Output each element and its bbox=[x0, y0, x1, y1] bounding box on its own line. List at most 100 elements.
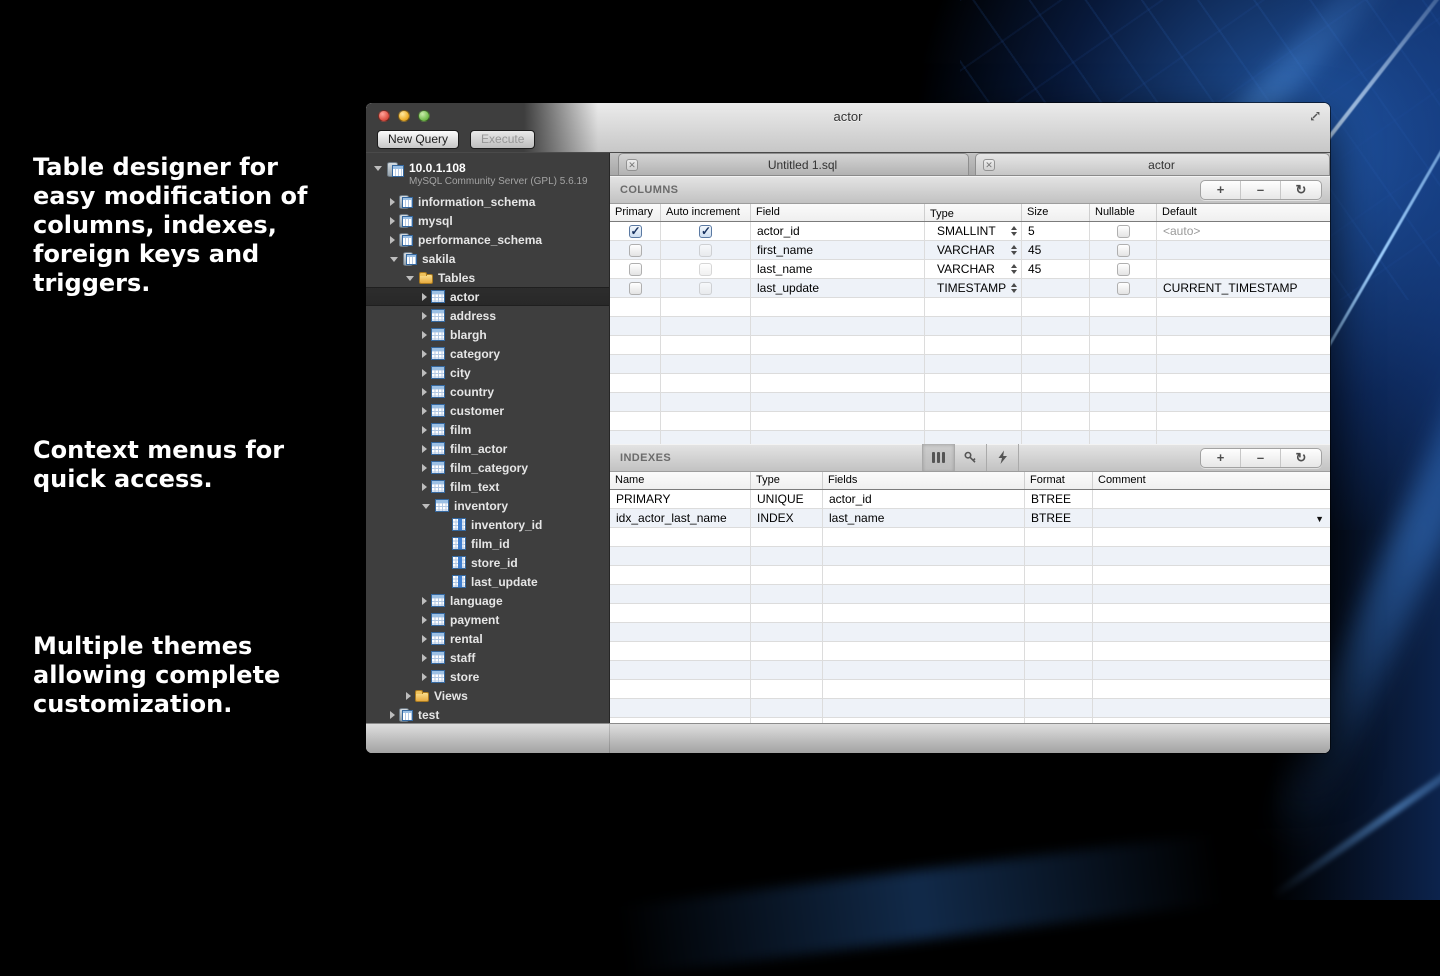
cell-type[interactable]: SMALLINT bbox=[925, 222, 1022, 240]
chevron-right-icon[interactable] bbox=[422, 293, 427, 301]
new-query-button[interactable]: New Query bbox=[377, 130, 459, 149]
cell-index-type[interactable]: UNIQUE bbox=[751, 490, 823, 508]
cell-index-format[interactable]: BTREE bbox=[1025, 509, 1093, 527]
cell-nullable[interactable] bbox=[1090, 241, 1157, 259]
triggers-button[interactable] bbox=[987, 444, 1019, 471]
sidebar-item-actor[interactable]: actor bbox=[366, 287, 609, 306]
cell-nullable[interactable] bbox=[1090, 260, 1157, 278]
cell-size[interactable]: 45 bbox=[1022, 260, 1090, 278]
auto-increment-checkbox-checked[interactable] bbox=[699, 225, 712, 238]
sidebar-item-inventory-id[interactable]: inventory_id bbox=[366, 515, 609, 534]
chevron-down-icon[interactable] bbox=[390, 257, 398, 262]
sidebar-item-film-actor[interactable]: film_actor bbox=[366, 439, 609, 458]
column-header-auto-increment[interactable]: Auto increment bbox=[661, 204, 751, 221]
column-header-size[interactable]: Size bbox=[1022, 204, 1090, 221]
sidebar-item-inventory[interactable]: inventory bbox=[366, 496, 609, 515]
sidebar-item-connection[interactable]: 10.0.1.108 MySQL Community Server (GPL) … bbox=[366, 153, 609, 190]
sidebar-item-test[interactable]: test bbox=[366, 705, 609, 723]
column-row-first-name[interactable]: first_nameVARCHAR45 bbox=[610, 241, 1330, 260]
sidebar-item-film-category[interactable]: film_category bbox=[366, 458, 609, 477]
chevron-right-icon[interactable] bbox=[422, 369, 427, 377]
primary-checkbox[interactable] bbox=[629, 244, 642, 257]
chevron-right-icon[interactable] bbox=[422, 654, 427, 662]
nullable-checkbox[interactable] bbox=[1117, 225, 1130, 238]
type-stepper[interactable] bbox=[1011, 245, 1017, 255]
sidebar-item-film[interactable]: film bbox=[366, 420, 609, 439]
remove-column-button[interactable]: – bbox=[1241, 181, 1281, 199]
minimize-window-button[interactable] bbox=[398, 110, 410, 122]
close-icon[interactable]: ✕ bbox=[983, 159, 995, 171]
cell-auto-increment[interactable] bbox=[661, 260, 751, 278]
cell-default[interactable] bbox=[1157, 241, 1330, 259]
chevron-right-icon[interactable] bbox=[390, 236, 395, 244]
chevron-right-icon[interactable] bbox=[390, 217, 395, 225]
index-row-idx-actor-last-name[interactable]: idx_actor_last_nameINDEXlast_nameBTREE ▼ bbox=[610, 509, 1330, 528]
chevron-right-icon[interactable] bbox=[422, 331, 427, 339]
primary-checkbox[interactable] bbox=[629, 282, 642, 295]
nullable-checkbox[interactable] bbox=[1117, 282, 1130, 295]
close-icon[interactable]: ✕ bbox=[626, 159, 638, 171]
sidebar-item-city[interactable]: city bbox=[366, 363, 609, 382]
chevron-right-icon[interactable] bbox=[406, 692, 411, 700]
primary-checkbox[interactable] bbox=[629, 263, 642, 276]
fullscreen-resize-icon[interactable] bbox=[1308, 109, 1322, 128]
cell-size[interactable]: 45 bbox=[1022, 241, 1090, 259]
sidebar-item-store-id[interactable]: store_id bbox=[366, 553, 609, 572]
sidebar-item-tables[interactable]: Tables bbox=[366, 268, 609, 287]
chevron-right-icon[interactable] bbox=[422, 312, 427, 320]
tab-untitled-sql[interactable]: ✕ Untitled 1.sql bbox=[618, 153, 969, 175]
cell-auto-increment[interactable] bbox=[661, 279, 751, 297]
zoom-window-button[interactable] bbox=[418, 110, 430, 122]
sidebar-item-performance-schema[interactable]: performance_schema bbox=[366, 230, 609, 249]
chevron-down-icon[interactable] bbox=[422, 504, 430, 509]
cell-type[interactable]: VARCHAR bbox=[925, 260, 1022, 278]
chevron-right-icon[interactable] bbox=[422, 635, 427, 643]
cell-index-type[interactable]: INDEX bbox=[751, 509, 823, 527]
sidebar-item-blargh[interactable]: blargh bbox=[366, 325, 609, 344]
sidebar-item-store[interactable]: store bbox=[366, 667, 609, 686]
cell-type[interactable]: VARCHAR bbox=[925, 241, 1022, 259]
index-header-comment[interactable]: Comment bbox=[1093, 472, 1330, 489]
cell-primary[interactable] bbox=[610, 279, 661, 297]
chevron-right-icon[interactable] bbox=[422, 426, 427, 434]
tab-actor[interactable]: ✕ actor bbox=[975, 153, 1330, 175]
column-header-primary[interactable]: Primary bbox=[610, 204, 661, 221]
sidebar-item-payment[interactable]: payment bbox=[366, 610, 609, 629]
cell-index-fields[interactable]: actor_id bbox=[823, 490, 1025, 508]
chevron-right-icon[interactable] bbox=[422, 388, 427, 396]
sidebar-item-rental[interactable]: rental bbox=[366, 629, 609, 648]
sidebar-item-sakila[interactable]: sakila bbox=[366, 249, 609, 268]
primary-checkbox-checked[interactable] bbox=[629, 225, 642, 238]
cell-index-comment[interactable] bbox=[1093, 490, 1330, 508]
sidebar-item-category[interactable]: category bbox=[366, 344, 609, 363]
sidebar-item-last-update[interactable]: last_update bbox=[366, 572, 609, 591]
sidebar-item-language[interactable]: language bbox=[366, 591, 609, 610]
index-header-fields[interactable]: Fields bbox=[823, 472, 1025, 489]
close-window-button[interactable] bbox=[378, 110, 390, 122]
cell-size[interactable] bbox=[1022, 279, 1090, 297]
dropdown-caret-icon[interactable]: ▼ bbox=[1315, 514, 1324, 524]
cell-field[interactable]: last_update bbox=[751, 279, 925, 297]
sidebar-item-customer[interactable]: customer bbox=[366, 401, 609, 420]
type-stepper[interactable] bbox=[1011, 283, 1017, 293]
auto-increment-checkbox[interactable] bbox=[699, 263, 712, 276]
cell-index-fields[interactable]: last_name bbox=[823, 509, 1025, 527]
chevron-right-icon[interactable] bbox=[422, 445, 427, 453]
cell-primary[interactable] bbox=[610, 260, 661, 278]
nullable-checkbox[interactable] bbox=[1117, 244, 1130, 257]
cell-index-name[interactable]: idx_actor_last_name bbox=[610, 509, 751, 527]
sidebar-item-country[interactable]: country bbox=[366, 382, 609, 401]
type-stepper[interactable] bbox=[1011, 264, 1017, 274]
chevron-down-icon[interactable] bbox=[406, 276, 414, 281]
sidebar-item-film-text[interactable]: film_text bbox=[366, 477, 609, 496]
index-header-format[interactable]: Format bbox=[1025, 472, 1093, 489]
column-row-actor-id[interactable]: actor_idSMALLINT5<auto> bbox=[610, 222, 1330, 241]
cell-default[interactable]: <auto> bbox=[1157, 222, 1330, 240]
sidebar-item-address[interactable]: address bbox=[366, 306, 609, 325]
cell-primary[interactable] bbox=[610, 241, 661, 259]
index-header-type[interactable]: Type bbox=[751, 472, 823, 489]
chevron-right-icon[interactable] bbox=[390, 198, 395, 206]
chevron-right-icon[interactable] bbox=[390, 711, 395, 719]
cell-auto-increment[interactable] bbox=[661, 241, 751, 259]
column-header-nullable[interactable]: Nullable bbox=[1090, 204, 1157, 221]
